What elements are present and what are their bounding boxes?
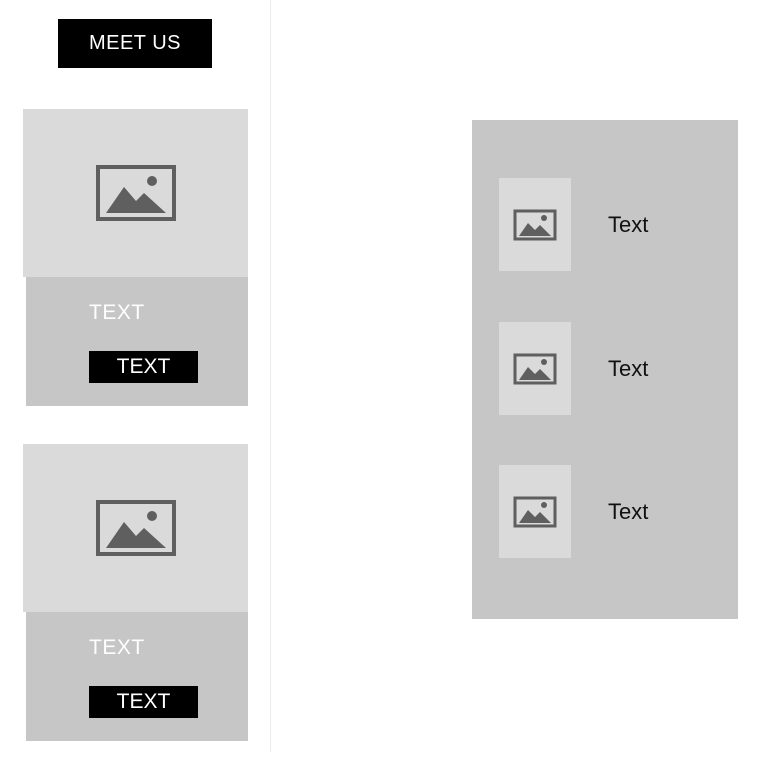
card-title: TEXT	[89, 636, 145, 659]
meet-us-button[interactable]: MEET US	[58, 19, 212, 68]
list-item-thumbnail	[499, 465, 571, 558]
card-button[interactable]: TEXT	[89, 686, 198, 718]
list-item-label: Text	[608, 499, 649, 524]
card-title: TEXT	[89, 301, 145, 324]
image-icon	[513, 353, 557, 385]
card: TEXT TEXT	[23, 109, 248, 406]
list-item-label: Text	[608, 212, 649, 237]
image-icon	[513, 209, 557, 241]
image-icon	[95, 500, 176, 556]
list-item[interactable]: Text	[499, 178, 729, 271]
list-item-thumbnail	[499, 178, 571, 271]
list-item[interactable]: Text	[499, 465, 729, 558]
card-image-placeholder	[23, 109, 248, 277]
image-icon	[95, 165, 176, 221]
list-item[interactable]: Text	[499, 322, 729, 415]
list-panel: Text Text Text	[472, 120, 738, 619]
card: TEXT TEXT	[23, 444, 248, 741]
card-button[interactable]: TEXT	[89, 351, 198, 383]
card-image-placeholder	[23, 444, 248, 612]
image-icon	[513, 496, 557, 528]
list-item-thumbnail	[499, 322, 571, 415]
card-body: TEXT TEXT	[26, 612, 248, 741]
list-item-label: Text	[608, 356, 649, 381]
card-body: TEXT TEXT	[26, 277, 248, 406]
left-panel: MEET US TEXT TEXT TEXT TEXT	[0, 0, 271, 752]
